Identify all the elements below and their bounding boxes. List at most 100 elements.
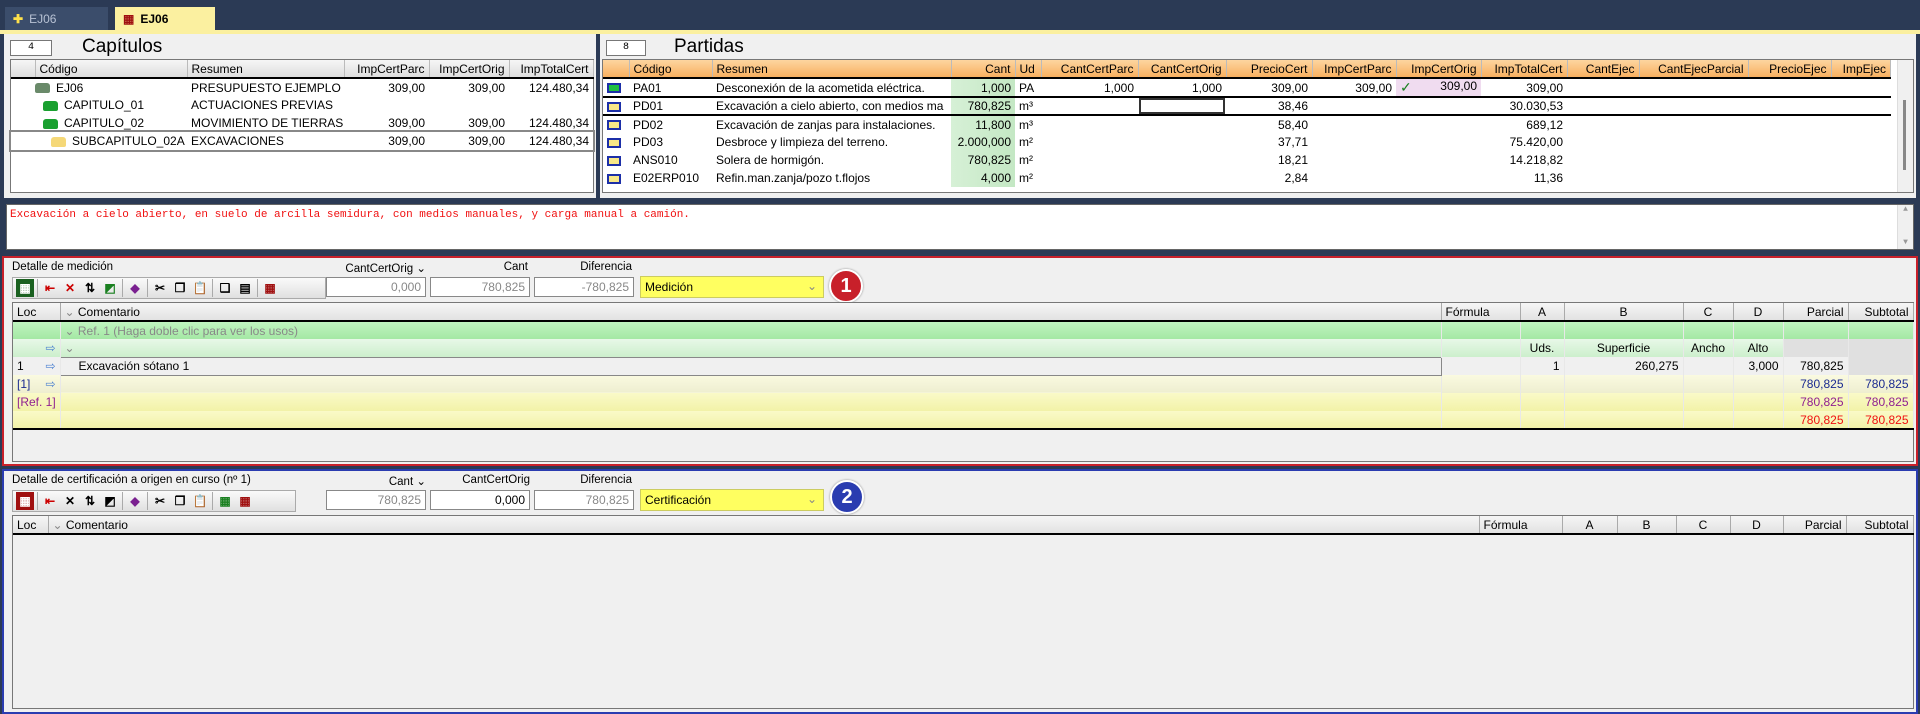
partida-row[interactable]: E02ERP010 Refin.man.zanja/pozo t.flojos 4,… — [603, 169, 1891, 187]
col-impejec[interactable]: ImpEjec — [1831, 60, 1891, 79]
delete-row-icon[interactable]: ✕ — [61, 279, 79, 297]
dwg-import-icon[interactable]: ◩ — [101, 279, 119, 297]
mode-dropdown[interactable]: Certificación ⌄ — [640, 489, 824, 511]
capitulo-row[interactable]: CAPITULO_01 ACTUACIONES PREVIAS — [11, 96, 593, 114]
col-código[interactable]: Código — [629, 60, 713, 79]
cant-field[interactable]: 780,825 — [326, 490, 426, 510]
scroll-thumb[interactable] — [1903, 100, 1906, 170]
capitulo-row[interactable]: SUBCAPITULO_02A EXCAVACIONES 309,00 309,00 1… — [9, 130, 595, 152]
col-fórmula[interactable]: Fórmula — [1479, 516, 1563, 535]
col-b[interactable]: B — [1564, 303, 1684, 322]
copy-icon[interactable]: ❐ — [171, 492, 189, 510]
col-c[interactable]: C — [1676, 516, 1731, 535]
col-resumen[interactable]: Resumen — [187, 60, 345, 79]
certify-icon[interactable]: ▦ — [236, 492, 254, 510]
col-impcertorig[interactable]: ImpCertOrig — [1396, 60, 1482, 79]
book-icon[interactable]: ◆ — [126, 492, 144, 510]
col-comentario[interactable]: ⌄ Comentario — [60, 303, 1442, 322]
partida-cant-cert-parc[interactable] — [1041, 97, 1138, 115]
col-subtotal[interactable]: Subtotal — [1846, 516, 1914, 535]
capitulo-row[interactable]: CAPITULO_02 MOVIMIENTO DE TIERRAS 309,00 30… — [11, 114, 593, 132]
col-imp-total-cert[interactable]: ImpTotalCert — [509, 60, 594, 79]
col-d[interactable]: D — [1733, 303, 1784, 322]
col-cantcertorig[interactable]: CantCertOrig — [1138, 60, 1227, 79]
col-resumen[interactable]: Resumen — [712, 60, 952, 79]
partida-row[interactable]: PA01 Desconexión de la acometida eléctric… — [603, 78, 1891, 97]
label-cant[interactable]: Cant ⌄ — [328, 474, 426, 488]
col-parcial[interactable]: Parcial — [1783, 516, 1847, 535]
diferencia-field[interactable]: -780,825 — [534, 277, 634, 297]
copy-lines-icon[interactable]: ❏ — [216, 279, 234, 297]
delete-row-icon[interactable]: ✕ — [61, 492, 79, 510]
col-codigo[interactable]: Código — [35, 60, 188, 79]
partida-cant-cert-orig[interactable] — [1138, 133, 1226, 151]
partida-cant-cert-parc[interactable] — [1041, 133, 1138, 151]
paste-lines-icon[interactable]: ▤ — [236, 279, 254, 297]
col-a[interactable]: A — [1562, 516, 1618, 535]
line-a[interactable]: 1 — [1520, 357, 1565, 375]
line-c[interactable] — [1683, 357, 1734, 375]
col-fórmula[interactable]: Fórmula — [1441, 303, 1521, 322]
measurement-icon[interactable]: ▦ — [216, 492, 234, 510]
col-loc[interactable]: Loc — [13, 516, 49, 535]
col-cantejec[interactable]: CantEjec — [1567, 60, 1640, 79]
insert-row-icon[interactable]: ⇤ — [41, 492, 59, 510]
cut-icon[interactable]: ✂ — [151, 492, 169, 510]
partida-cant[interactable]: 780,825 — [951, 151, 1015, 169]
partidas-scrollbar[interactable] — [1897, 60, 1913, 192]
insert-row-icon[interactable]: ⇤ — [41, 279, 59, 297]
col-preciocert[interactable]: PrecioCert — [1226, 60, 1313, 79]
partida-cant[interactable]: 11,800 — [951, 115, 1015, 133]
certify-icon[interactable]: ▦ — [261, 279, 279, 297]
col-d[interactable]: D — [1730, 516, 1784, 535]
line-b[interactable]: 260,275 — [1564, 357, 1684, 375]
partida-cant-cert-orig[interactable] — [1138, 97, 1226, 115]
tab-ej06-budget[interactable]: ✚ EJ06 — [5, 7, 108, 30]
col-parcial[interactable]: Parcial — [1783, 303, 1849, 322]
partida-row[interactable]: ANS010 Solera de hormigón. 780,825 m² 18,21 1… — [603, 151, 1891, 169]
tab-ej06-certification[interactable]: ▦ EJ06 — [115, 7, 215, 30]
capitulo-row[interactable]: EJ06 PRESUPUESTO EJEMPLO 309,00 309,00 124.4… — [11, 78, 593, 96]
diferencia-field[interactable]: 780,825 — [534, 490, 634, 510]
partida-cant-cert-orig[interactable] — [1138, 169, 1226, 187]
description-scrollbar[interactable]: ▲ ▼ — [1897, 205, 1913, 249]
partida-row[interactable]: PD03 Desbroce y limpieza del terreno. 2.00… — [603, 133, 1891, 151]
partida-cant[interactable]: 2.000,000 — [951, 133, 1015, 151]
col-comentario[interactable]: ⌄ Comentario — [48, 516, 1480, 535]
certification-icon[interactable]: ▦ — [16, 492, 34, 510]
paste-icon[interactable]: 📋 — [191, 492, 209, 510]
ref-row[interactable]: ⌄ Ref. 1 (Haga doble clic para ver los u… — [13, 321, 1914, 339]
col-c[interactable]: C — [1683, 303, 1734, 322]
partida-cant[interactable]: 1,000 — [951, 78, 1015, 97]
measurement-icon[interactable]: ▦ — [16, 279, 34, 297]
line-d[interactable]: 3,000 — [1733, 357, 1784, 375]
col-impcertparc[interactable]: ImpCertParc — [1312, 60, 1397, 79]
col-cantcertparc[interactable]: CantCertParc — [1041, 60, 1139, 79]
partida-row[interactable]: PD01 Excavación a cielo abierto, con medi… — [603, 97, 1891, 115]
col-loc[interactable]: Loc — [13, 303, 61, 322]
col-cant[interactable]: Cant — [951, 60, 1016, 79]
col-precioejec[interactable]: PrecioEjec — [1748, 60, 1832, 79]
col-imp-cert-parc[interactable]: ImpCertParc — [344, 60, 430, 79]
col-cantejecparcial[interactable]: CantEjecParcial — [1639, 60, 1749, 79]
line-formula[interactable] — [1441, 357, 1521, 375]
col-subtotal[interactable]: Subtotal — [1848, 303, 1914, 322]
partida-cant-cert-parc[interactable] — [1041, 115, 1138, 133]
cantcertorig-field[interactable]: 0,000 — [430, 490, 530, 510]
copy-icon[interactable]: ❐ — [171, 279, 189, 297]
col-imp-cert-orig[interactable]: ImpCertOrig — [429, 60, 510, 79]
certificacion-grid[interactable]: Loc ⌄ Comentario Fórmula A B C D Parcial Subtota… — [12, 515, 1914, 709]
line-comentario[interactable]: Excavación sótano 1 — [59, 356, 1442, 376]
cantcertorig-field[interactable]: 0,000 — [326, 277, 426, 297]
partida-cant-cert-orig[interactable] — [1138, 151, 1226, 169]
label-cantcertorig[interactable]: CantCertOrig ⌄ — [332, 261, 426, 275]
medicion-grid[interactable]: Loc ⌄ Comentario Fórmula A B C D Parcial Subtota… — [12, 302, 1914, 462]
cant-field[interactable]: 780,825 — [430, 277, 530, 297]
partida-cant-cert-parc[interactable] — [1041, 169, 1138, 187]
paste-icon[interactable]: 📋 — [191, 279, 209, 297]
partida-cant[interactable]: 4,000 — [951, 169, 1015, 187]
cut-icon[interactable]: ✂ — [151, 279, 169, 297]
measurement-line[interactable]: 1 ⇨ Excavación sótano 1 1 260,275 3,000 7… — [13, 356, 1914, 376]
partidas-grid[interactable]: Código Resumen Cant Ud CantCertParc CantCertO… — [602, 59, 1914, 193]
col-a[interactable]: A — [1520, 303, 1565, 322]
